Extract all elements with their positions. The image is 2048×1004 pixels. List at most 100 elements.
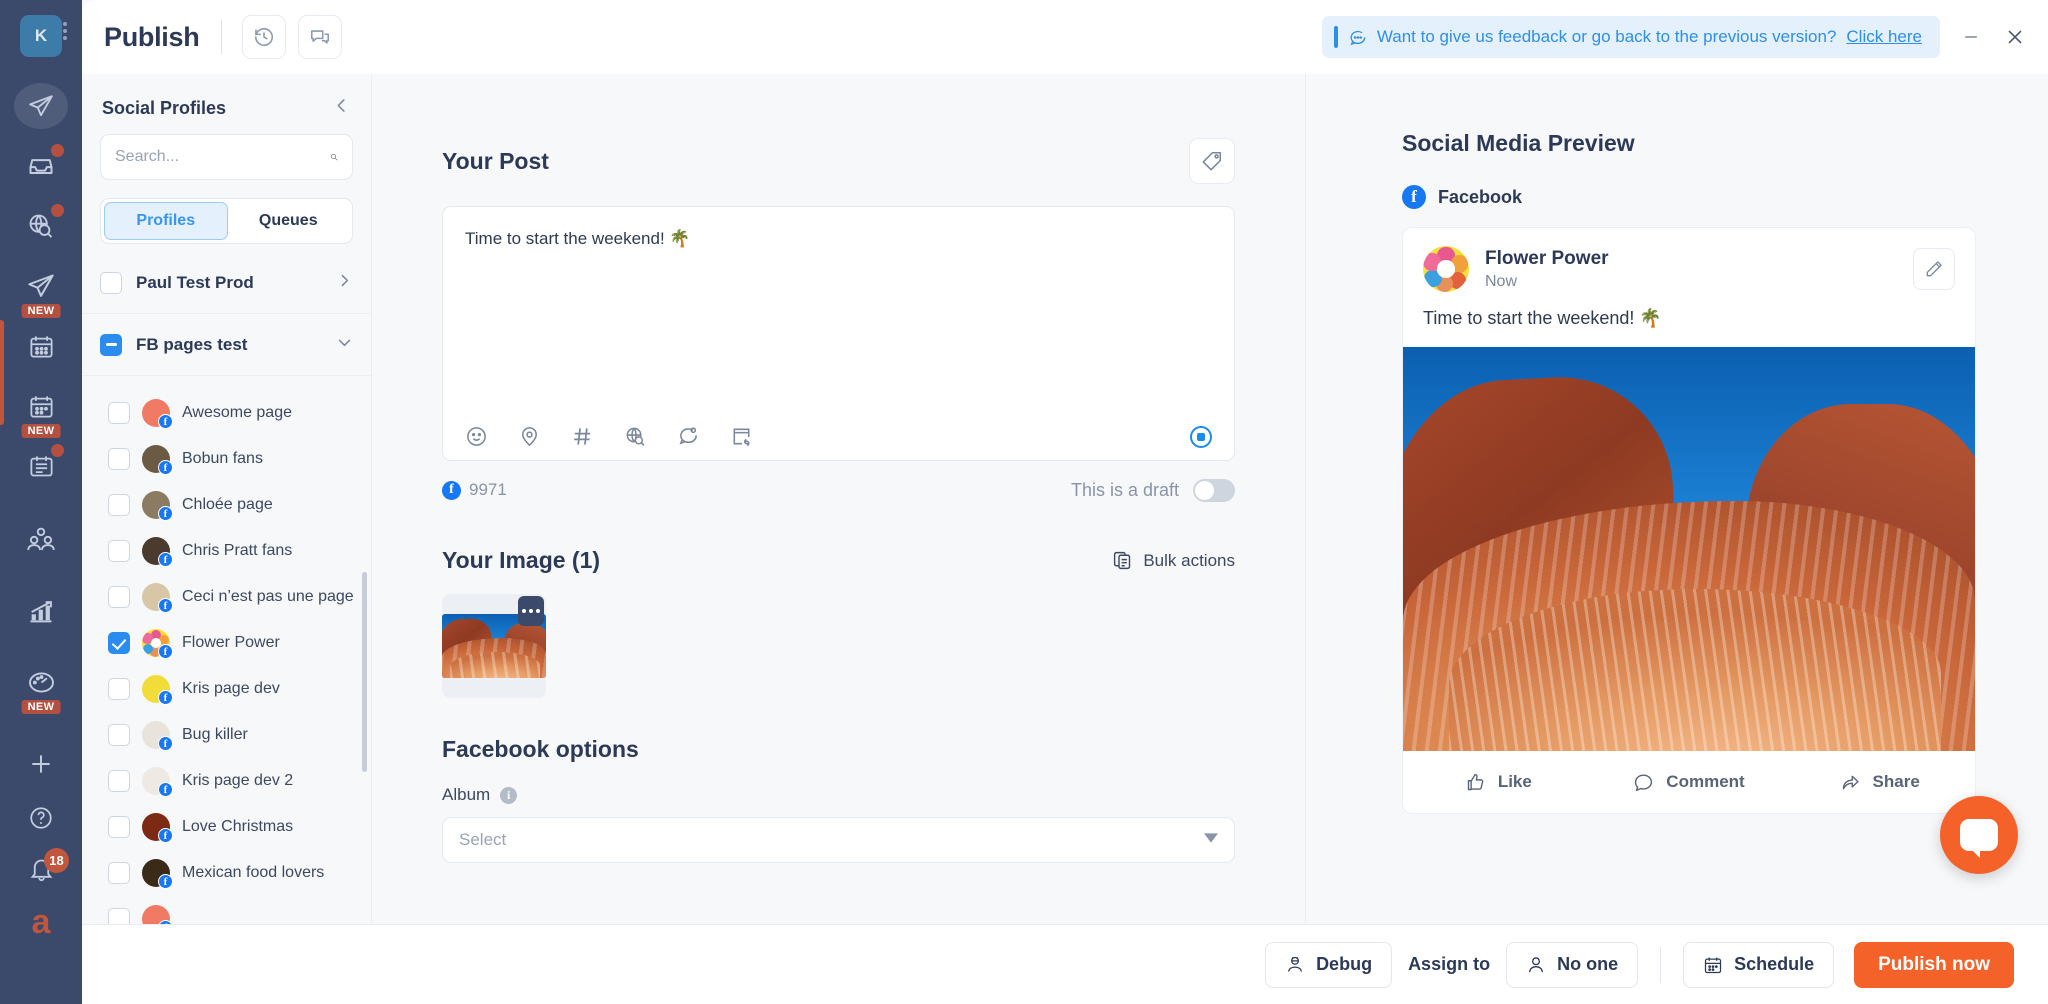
list-item[interactable]: fKris page dev bbox=[82, 666, 371, 712]
sidebar-item-dashboard[interactable]: NEW bbox=[0, 652, 82, 712]
debug-button[interactable]: Debug bbox=[1265, 942, 1392, 988]
hashtag-icon[interactable] bbox=[571, 425, 594, 448]
list-item[interactable]: fChris Pratt fans bbox=[82, 528, 371, 574]
preview-title: Social Media Preview bbox=[1402, 130, 1976, 157]
profile-label: Bobun fans bbox=[182, 450, 263, 468]
schedule-button[interactable]: Schedule bbox=[1683, 942, 1834, 988]
profile-checkbox[interactable] bbox=[108, 908, 130, 924]
profile-checkbox[interactable] bbox=[108, 448, 130, 470]
tab-queues[interactable]: Queues bbox=[228, 202, 350, 240]
profile-label: Awesome page bbox=[182, 404, 292, 422]
send-new-icon bbox=[27, 272, 55, 300]
calendar-icon bbox=[28, 333, 55, 360]
like-button[interactable]: Like bbox=[1403, 772, 1594, 793]
bulk-actions-button[interactable]: Bulk actions bbox=[1112, 550, 1235, 571]
profile-group-row[interactable]: FB pages test bbox=[82, 314, 371, 376]
profile-group-row[interactable]: Paul Test Prod bbox=[82, 252, 371, 314]
comment-label: Comment bbox=[1666, 772, 1744, 792]
sidebar-item-calendar-new[interactable]: NEW bbox=[0, 376, 82, 436]
list-item[interactable]: f Bobun fans bbox=[82, 436, 371, 482]
album-select[interactable]: Select bbox=[442, 817, 1235, 863]
list-item[interactable]: fChloée page bbox=[82, 482, 371, 528]
group-checkbox[interactable] bbox=[100, 272, 122, 294]
list-item[interactable]: f bbox=[82, 896, 371, 924]
profiles-list[interactable]: Paul Test Prod FB pages test bbox=[82, 252, 371, 924]
list-item[interactable]: fLove Christmas bbox=[82, 804, 371, 850]
intercom-launcher[interactable] bbox=[1940, 796, 2018, 874]
avatar: f bbox=[142, 399, 170, 427]
list-item[interactable]: fMexican food lovers bbox=[82, 850, 371, 896]
sidebar-item-analytics[interactable] bbox=[0, 582, 82, 642]
share-button[interactable]: Share bbox=[1784, 772, 1975, 793]
search-box[interactable] bbox=[100, 134, 353, 180]
banner-link[interactable]: Click here bbox=[1846, 27, 1922, 47]
close-button[interactable] bbox=[2000, 22, 2030, 52]
analytics-icon bbox=[27, 598, 55, 626]
profile-checkbox[interactable] bbox=[108, 862, 130, 884]
post-text[interactable]: Time to start the weekend! 🌴 bbox=[465, 227, 1212, 425]
profile-checkbox[interactable] bbox=[108, 494, 130, 516]
sidebar-item-publish[interactable] bbox=[0, 76, 82, 136]
sidebar-item-team[interactable] bbox=[0, 510, 82, 570]
assignee-button[interactable]: No one bbox=[1506, 942, 1638, 988]
list-item[interactable]: fKris page dev 2 bbox=[82, 758, 371, 804]
info-icon[interactable]: i bbox=[500, 787, 517, 804]
list-item[interactable]: f Awesome page bbox=[82, 390, 371, 436]
avatar: f bbox=[142, 445, 170, 473]
link-preview-icon[interactable] bbox=[730, 425, 753, 448]
profile-checkbox[interactable] bbox=[108, 816, 130, 838]
profile-checkbox[interactable] bbox=[108, 632, 130, 654]
sidebar-item-inbox[interactable] bbox=[0, 136, 82, 196]
character-count-value: 9971 bbox=[469, 480, 507, 500]
ai-assist-icon[interactable] bbox=[1190, 426, 1212, 448]
chevron-right-icon[interactable] bbox=[336, 272, 353, 294]
help-button[interactable] bbox=[0, 794, 82, 842]
tab-profiles[interactable]: Profiles bbox=[104, 202, 228, 240]
chat-bubble-icon[interactable] bbox=[677, 425, 700, 448]
sidebar-item-calendar[interactable] bbox=[0, 316, 82, 376]
collapse-panel-button[interactable] bbox=[332, 96, 351, 120]
minimize-button[interactable] bbox=[1956, 22, 1986, 52]
post-editor[interactable]: Time to start the weekend! 🌴 bbox=[442, 206, 1235, 461]
workspace-logo[interactable]: K bbox=[20, 15, 62, 57]
feedback-button[interactable] bbox=[298, 15, 342, 59]
workspace-menu-icon[interactable] bbox=[63, 22, 67, 43]
profiles-scrollbar[interactable] bbox=[362, 572, 367, 772]
add-button[interactable] bbox=[0, 734, 82, 794]
profile-checkbox[interactable] bbox=[108, 586, 130, 608]
sidebar-item-tasks[interactable] bbox=[0, 436, 82, 496]
more-dots-icon[interactable] bbox=[518, 596, 544, 626]
edit-preview-button[interactable] bbox=[1913, 248, 1955, 290]
draft-toggle-group[interactable]: This is a draft bbox=[1071, 479, 1235, 502]
profile-label: Chloée page bbox=[182, 496, 273, 514]
brand-mark[interactable]: a bbox=[0, 896, 82, 948]
assignee-label: No one bbox=[1557, 954, 1618, 975]
facebook-badge-icon: f bbox=[158, 920, 173, 924]
preview-actions: Like Comment Share bbox=[1403, 751, 1975, 813]
listening-globe-icon bbox=[27, 212, 55, 240]
tag-button[interactable] bbox=[1189, 138, 1235, 184]
draft-toggle[interactable] bbox=[1193, 479, 1235, 502]
image-thumbnail[interactable] bbox=[442, 594, 546, 698]
notifications-button[interactable]: 18 bbox=[0, 842, 82, 896]
location-pin-icon[interactable] bbox=[518, 425, 541, 448]
history-button[interactable] bbox=[242, 15, 286, 59]
profile-checkbox[interactable] bbox=[108, 678, 130, 700]
profile-checkbox[interactable] bbox=[108, 540, 130, 562]
sidebar-item-send[interactable]: NEW bbox=[0, 256, 82, 316]
profile-checkbox[interactable] bbox=[108, 770, 130, 792]
publish-now-button[interactable]: Publish now bbox=[1854, 942, 2014, 988]
list-item[interactable]: fCeci n’est pas une page bbox=[82, 574, 371, 620]
profile-checkbox[interactable] bbox=[108, 402, 130, 424]
group-checkbox[interactable] bbox=[100, 334, 122, 356]
profile-checkbox[interactable] bbox=[108, 724, 130, 746]
debug-label: Debug bbox=[1316, 954, 1372, 975]
chevron-down-icon[interactable] bbox=[336, 334, 353, 356]
globe-search-icon[interactable] bbox=[624, 425, 647, 448]
list-item[interactable]: fFlower Power bbox=[82, 620, 371, 666]
sidebar-item-listening[interactable] bbox=[0, 196, 82, 256]
emoji-icon[interactable] bbox=[465, 425, 488, 448]
comment-button[interactable]: Comment bbox=[1594, 772, 1785, 793]
search-input[interactable] bbox=[115, 148, 322, 166]
list-item[interactable]: fBug killer bbox=[82, 712, 371, 758]
